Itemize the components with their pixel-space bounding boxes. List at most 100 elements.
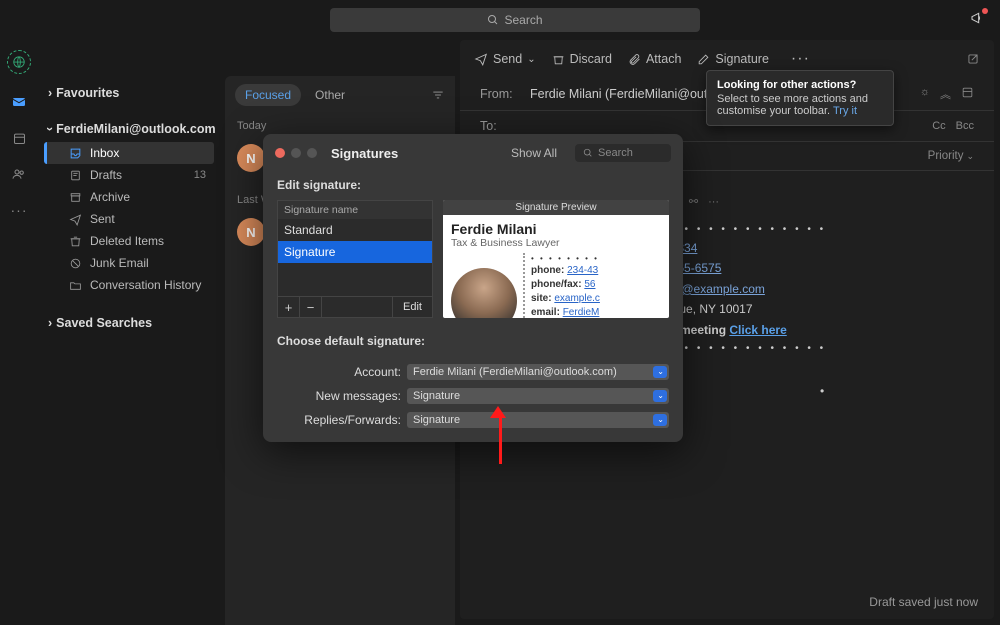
people-icon[interactable]: [11, 166, 27, 182]
minimize-window-button[interactable]: [291, 148, 301, 158]
window-controls: [275, 148, 317, 158]
bullet-placeholder: •: [820, 381, 974, 401]
pv-phone-v: 234-43: [567, 265, 598, 276]
edit-signature-button[interactable]: Edit: [392, 297, 432, 317]
account-select-value: Ferdie Milani (FerdieMilani@outlook.com): [413, 366, 617, 378]
dialog-title: Signatures: [331, 146, 398, 161]
search-icon: [583, 148, 593, 158]
signature-list: Signature name Standard Signature + − Ed…: [277, 200, 433, 318]
sent-icon: [68, 213, 82, 226]
bcc-button[interactable]: Bcc: [956, 120, 974, 132]
search-icon: [487, 14, 499, 26]
account-header[interactable]: › FerdieMilani@outlook.com: [44, 116, 214, 142]
folder-sidebar: › Favourites › FerdieMilani@outlook.com …: [38, 40, 220, 625]
tip-try-link[interactable]: Try it: [833, 105, 857, 117]
divider-dots: • • • • • • • • • • • • • •: [660, 340, 974, 357]
folder-label: Inbox: [90, 146, 119, 160]
saved-searches-header[interactable]: › Saved Searches: [44, 310, 214, 336]
add-signature-button[interactable]: +: [278, 297, 300, 317]
signature-item-standard[interactable]: Standard: [278, 219, 432, 241]
folder-inbox[interactable]: Inbox: [44, 142, 214, 164]
remove-signature-button[interactable]: −: [300, 297, 322, 317]
discard-label: Discard: [570, 52, 612, 66]
folder-label: Archive: [90, 190, 130, 204]
folder-sent[interactable]: Sent: [44, 208, 214, 230]
dialog-search-placeholder: Search: [598, 147, 633, 159]
chevron-right-icon: ›: [48, 316, 52, 330]
priority-selector[interactable]: Priority ⌄: [928, 150, 974, 162]
filter-icon[interactable]: [431, 88, 445, 102]
pv-phone-k: phone:: [531, 265, 564, 276]
pv-email-k: email:: [531, 307, 560, 318]
app-rail: ···: [0, 40, 38, 218]
theme-icon[interactable]: ☼: [920, 86, 930, 102]
dialog-search[interactable]: Search: [575, 144, 671, 162]
divider-dots: • • • • • • • •: [531, 253, 600, 264]
folder-label: Conversation History: [90, 278, 201, 292]
chevron-down-icon: ⌄: [966, 151, 974, 162]
account-select[interactable]: Ferdie Milani (FerdieMilani@outlook.com)…: [407, 364, 669, 380]
preview-photo: [451, 268, 517, 318]
signature-preview: Signature Preview Ferdie Milani Tax & Bu…: [443, 200, 669, 318]
signature-item-signature[interactable]: Signature: [278, 241, 432, 263]
newmsg-select-value: Signature: [413, 390, 460, 402]
discard-button[interactable]: Discard: [552, 52, 612, 66]
chevron-right-icon: ›: [48, 86, 52, 100]
folder-junk[interactable]: Junk Email: [44, 252, 214, 274]
sig-meeting-link[interactable]: Click here: [729, 323, 786, 337]
notification-dot: [982, 8, 988, 14]
from-value: Ferdie Milani (FerdieMilani@outlo: [530, 87, 717, 101]
pv-site-k: site:: [531, 293, 552, 304]
to-label: To:: [480, 119, 530, 133]
folder-conversation-history[interactable]: Conversation History: [44, 274, 214, 296]
edit-signature-label: Edit signature:: [263, 172, 683, 200]
attach-button[interactable]: Attach: [628, 52, 681, 66]
global-search[interactable]: Search: [330, 8, 700, 32]
folder-drafts[interactable]: Drafts 13: [44, 164, 214, 186]
signatures-dialog: Signatures Show All Search Edit signatur…: [263, 134, 683, 442]
replies-select-label: Replies/Forwards:: [277, 413, 401, 427]
folder-label: Drafts: [90, 168, 122, 182]
send-button[interactable]: Send ⌄: [474, 52, 536, 66]
mail-icon[interactable]: [11, 94, 27, 110]
favourites-label: Favourites: [56, 86, 119, 100]
avatar: N: [237, 144, 265, 172]
pv-email-v: FerdieM: [563, 307, 600, 318]
account-select-label: Account:: [277, 365, 401, 379]
overflow-icon[interactable]: ···: [708, 196, 719, 208]
calendar-icon[interactable]: [11, 130, 27, 146]
popout-icon[interactable]: [966, 52, 980, 66]
tab-other[interactable]: Other: [305, 84, 355, 106]
junk-icon: [68, 257, 82, 270]
pv-fax-v: 56: [584, 279, 595, 290]
favourites-header[interactable]: › Favourites: [44, 80, 214, 106]
drafts-icon: [68, 169, 82, 182]
zoom-window-button[interactable]: [307, 148, 317, 158]
close-window-button[interactable]: [275, 148, 285, 158]
cc-button[interactable]: Cc: [932, 120, 945, 132]
link-icon[interactable]: ⚯: [689, 195, 698, 208]
announcements-icon[interactable]: [970, 10, 986, 26]
collapse-icon[interactable]: ︽: [940, 86, 951, 102]
show-all-button[interactable]: Show All: [511, 146, 557, 160]
saved-searches-label: Saved Searches: [56, 316, 152, 330]
pen-icon: [697, 53, 710, 66]
signature-button[interactable]: Signature: [697, 52, 769, 66]
globe-icon[interactable]: [7, 50, 31, 74]
folder-deleted[interactable]: Deleted Items: [44, 230, 214, 252]
folder-icon: [68, 279, 82, 292]
archive-icon: [68, 191, 82, 204]
newmsg-select[interactable]: Signature⌄: [407, 388, 669, 404]
layout-icon[interactable]: [961, 86, 974, 102]
search-placeholder: Search: [504, 13, 542, 27]
tab-focused[interactable]: Focused: [235, 84, 301, 106]
more-apps-icon[interactable]: ···: [11, 202, 28, 218]
folder-archive[interactable]: Archive: [44, 186, 214, 208]
preview-contact-info: • • • • • • • • phone: 234-43 phone/fax:…: [523, 253, 600, 318]
folder-label: Deleted Items: [90, 234, 164, 248]
preview-jobtitle: Tax & Business Lawyer: [451, 237, 661, 249]
trash-icon: [68, 235, 82, 248]
replies-select[interactable]: Signature⌄: [407, 412, 669, 428]
avatar: N: [237, 218, 265, 246]
trash-icon: [552, 53, 565, 66]
